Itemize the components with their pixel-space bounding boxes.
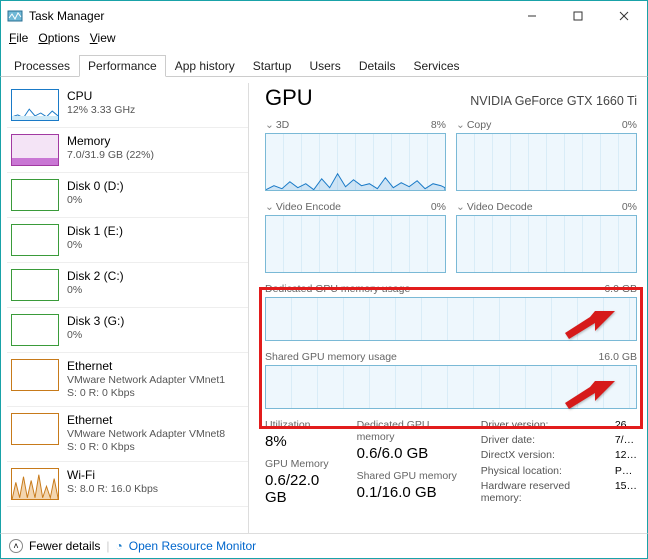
menu-view[interactable]: View [86,30,120,50]
stat-value: 8% [265,433,343,450]
chevron-down-icon: ⌄ [456,119,465,131]
stat-label: Dedicated GPU memory [357,419,467,443]
sidebar-item-title: Ethernet [67,359,225,374]
sidebar-item-disk-1-e-[interactable]: Disk 1 (E:)0% [7,218,248,263]
sidebar-item-sub: 0% [67,194,124,207]
chart-max: 16.0 GB [598,351,637,363]
sidebar-item-title: Memory [67,134,154,149]
menu-options[interactable]: Options [34,30,83,50]
tab-startup[interactable]: Startup [244,55,301,77]
sidebar-item-ethernet[interactable]: EthernetVMware Network Adapter VMnet1S: … [7,353,248,407]
chevron-up-icon[interactable]: ˄ [9,539,23,553]
tab-bar: Processes Performance App history Startu… [0,50,648,77]
maximize-button[interactable] [555,1,601,31]
stat-value: 0.1/16.0 GB [357,484,467,501]
sidebar-item-title: Disk 2 (C:) [67,269,124,284]
chevron-down-icon: ⌄ [456,201,465,213]
chart-label: ⌄Video Encode [265,201,341,213]
sidebar-item-title: Disk 3 (G:) [67,314,124,329]
kv-value: 15… [615,480,637,506]
sidebar-item-disk-3-g-[interactable]: Disk 3 (G:)0% [7,308,248,353]
stats-row: Utilization 8% GPU Memory 0.6/22.0 GB De… [265,419,637,506]
sidebar-item-memory[interactable]: Memory7.0/31.9 GB (22%) [7,128,248,173]
sidebar-item-sub: 0% [67,239,123,252]
kv-value: P… [615,465,637,479]
menu-file[interactable]: File [5,30,32,50]
tab-performance[interactable]: Performance [79,55,166,77]
kv-label: Driver date: [481,434,609,448]
sidebar-item-sub2: S: 0 R: 0 Kbps [67,441,225,454]
window-title: Task Manager [29,9,104,23]
sidebar-item-sub: S: 8.0 R: 16.0 Kbps [67,483,158,496]
tab-details[interactable]: Details [350,55,405,77]
sidebar-item-title: Wi-Fi [67,468,158,483]
stat-label: Shared GPU memory [357,470,467,482]
sidebar-item-sub2: S: 0 R: 0 Kbps [67,387,225,400]
sidebar-item-disk-0-d-[interactable]: Disk 0 (D:)0% [7,173,248,218]
sidebar-item-cpu[interactable]: CPU12% 3.33 GHz [7,83,248,128]
sidebar-item-wi-fi[interactable]: Wi-FiS: 8.0 R: 16.0 Kbps [7,462,248,507]
stat-value: 0.6/22.0 GB [265,472,343,506]
tab-services[interactable]: Services [405,55,469,77]
main-panel: GPU NVIDIA GeForce GTX 1660 Ti ⌄3D 8% ⌄Cop… [249,77,647,533]
sidebar-item-sub: VMware Network Adapter VMnet1 [67,374,225,387]
driver-details: Driver version: 26… Driver date: 7/… DirectX… [481,419,637,506]
app-icon [7,8,23,24]
kv-label: Driver version: [481,419,609,433]
chart-pct: 8% [431,119,446,131]
sidebar-item-sub: VMware Network Adapter VMnet8 [67,428,225,441]
page-title: GPU [265,85,313,111]
kv-label: Hardware reserved memory: [481,480,609,506]
sidebar-item-sub: 12% 3.33 GHz [67,104,135,117]
chart-shared-gpu-memory-usage[interactable]: Shared GPU memory usage 16.0 GB [265,351,637,409]
stat-value: 0.6/6.0 GB [357,445,467,462]
chart-video-encode[interactable]: ⌄Video Encode 0% [265,201,446,273]
titlebar: Task Manager [0,0,648,30]
chart-video-decode[interactable]: ⌄Video Decode 0% [456,201,637,273]
tab-processes[interactable]: Processes [5,55,79,77]
resource-monitor-icon: ◔ [116,539,123,553]
tab-app-history[interactable]: App history [166,55,244,77]
chart-label: ⌄Copy [456,119,491,131]
sidebar-item-ethernet[interactable]: EthernetVMware Network Adapter VMnet8S: … [7,407,248,461]
menubar: File Options View [0,30,648,50]
chart-label: Dedicated GPU memory usage [265,283,410,295]
chart-label: ⌄3D [265,119,289,131]
kv-value: 7/… [615,434,637,448]
chevron-down-icon: ⌄ [265,201,274,213]
chart-label: ⌄Video Decode [456,201,533,213]
chart-pct: 0% [622,201,637,213]
kv-value: 12… [615,449,637,463]
minimize-button[interactable] [509,1,555,31]
chart-dedicated-gpu-memory-usage[interactable]: Dedicated GPU memory usage 6.0 GB [265,283,637,341]
kv-value: 26… [615,419,637,433]
sidebar-item-sub: 0% [67,284,124,297]
fewer-details-link[interactable]: Fewer details [29,539,100,553]
sidebar-item-title: CPU [67,89,135,104]
chart-max: 6.0 GB [604,283,637,295]
footer: ˄ Fewer details | ◔ Open Resource Monito… [0,533,648,559]
sidebar-item-sub: 7.0/31.9 GB (22%) [67,149,154,162]
sidebar[interactable]: CPU12% 3.33 GHzMemory7.0/31.9 GB (22%)Di… [7,83,249,533]
stat-label: Utilization [265,419,343,431]
chart-label: Shared GPU memory usage [265,351,397,363]
kv-label: DirectX version: [481,449,609,463]
chart-pct: 0% [431,201,446,213]
sidebar-item-title: Disk 1 (E:) [67,224,123,239]
sidebar-item-title: Ethernet [67,413,225,428]
chart-copy[interactable]: ⌄Copy 0% [456,119,637,191]
stat-label: GPU Memory [265,458,343,470]
chart-3d[interactable]: ⌄3D 8% [265,119,446,191]
chart-pct: 0% [622,119,637,131]
device-name: NVIDIA GeForce GTX 1660 Ti [470,94,637,108]
chevron-down-icon: ⌄ [265,119,274,131]
sidebar-item-title: Disk 0 (D:) [67,179,124,194]
kv-label: Physical location: [481,465,609,479]
close-button[interactable] [601,1,647,31]
tab-users[interactable]: Users [300,55,349,77]
sidebar-item-disk-2-c-[interactable]: Disk 2 (C:)0% [7,263,248,308]
open-resource-monitor-link[interactable]: Open Resource Monitor [129,539,256,553]
sidebar-item-sub: 0% [67,329,124,342]
